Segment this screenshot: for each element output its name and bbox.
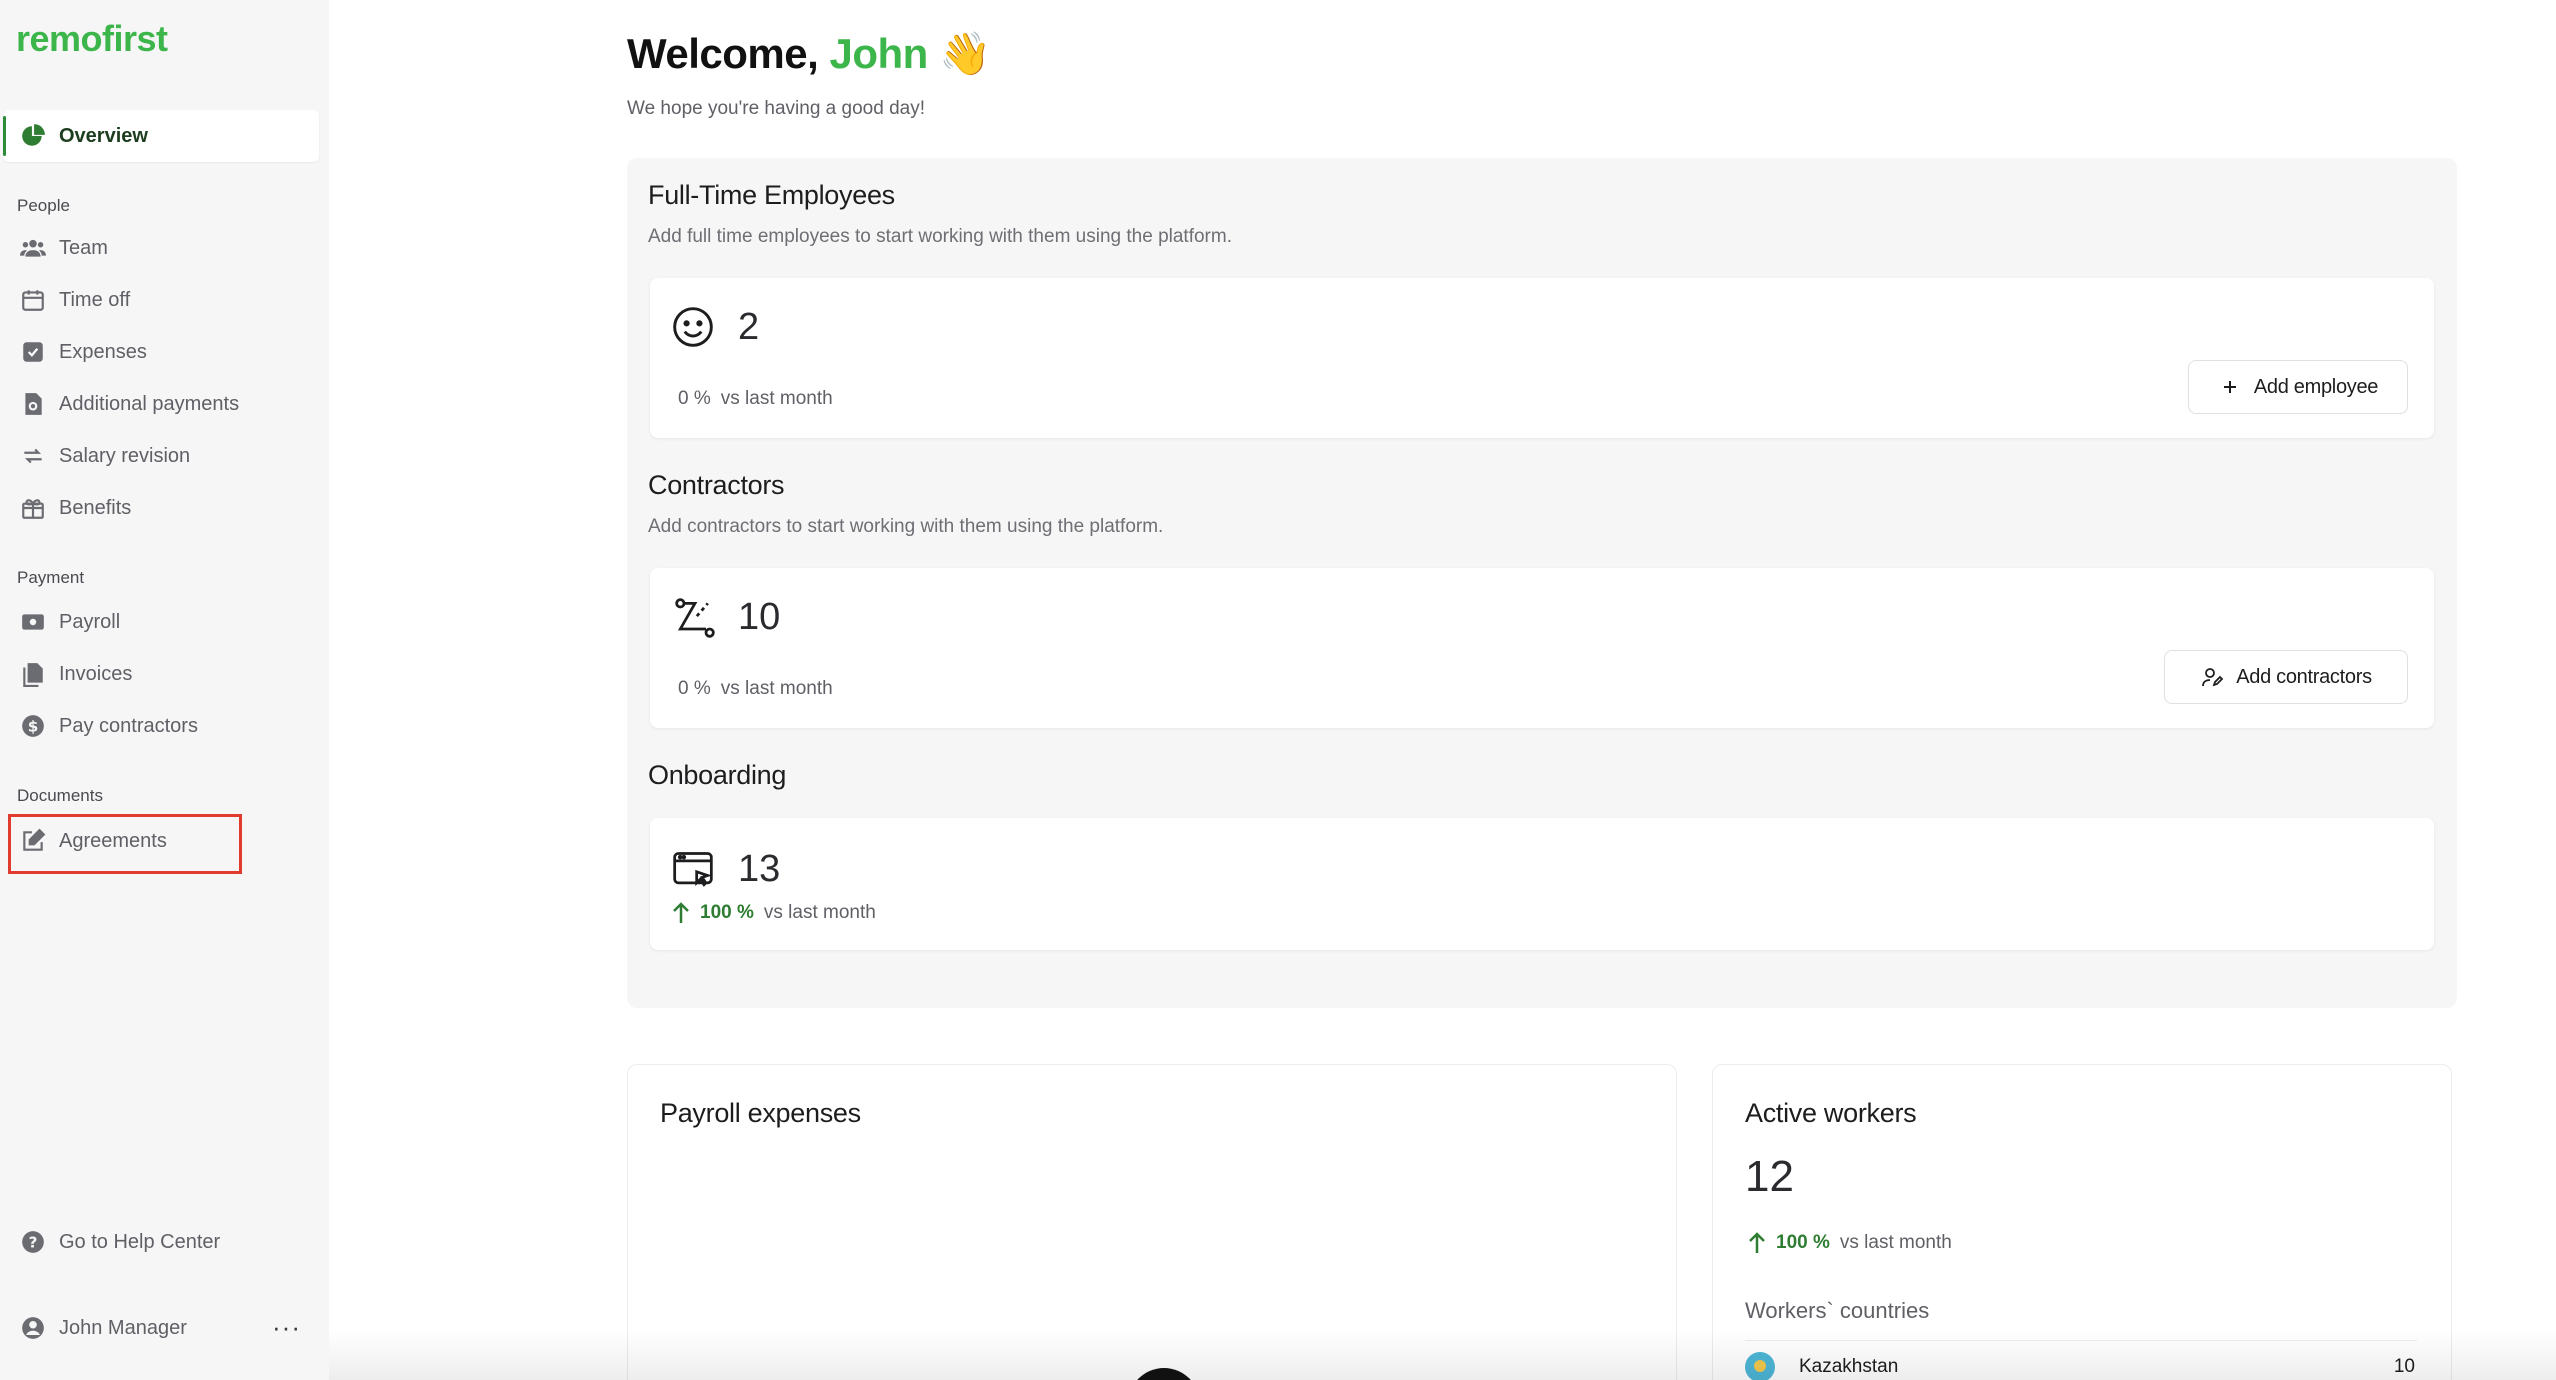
more-options-icon[interactable]: ··· (272, 1312, 301, 1343)
plus-icon (2223, 381, 2236, 393)
highlight-box (8, 814, 242, 874)
user-edit-icon (2202, 668, 2224, 687)
sidebar-item-salary-revision[interactable]: Salary revision (3, 430, 319, 482)
sidebar-item-benefits[interactable]: Benefits (3, 482, 319, 534)
sidebar-item-overview[interactable]: Overview (3, 110, 319, 162)
waving-hand-icon: 👋 (938, 30, 991, 77)
kazakhstan-flag-icon (1745, 1352, 1775, 1380)
country-name: Kazakhstan (1799, 1356, 1899, 1377)
sidebar-item-payroll[interactable]: Payroll (3, 596, 319, 648)
dollar-circle-icon: $ (17, 710, 49, 742)
smiley-icon (673, 307, 713, 347)
onboarding-delta: 100 % vs last month (672, 902, 876, 924)
document-money-icon (17, 388, 49, 420)
active-workers-title: Active workers (1745, 1098, 1917, 1128)
fulltime-delta: 0 % vs last month (678, 388, 833, 410)
user-first-name: John (829, 30, 928, 77)
button-label: Add employee (2253, 375, 2379, 398)
receipt-icon (17, 336, 49, 368)
payroll-expenses-title: Payroll expenses (660, 1098, 861, 1128)
sidebar-item-time-off[interactable]: Time off (3, 274, 319, 326)
route-icon (675, 598, 715, 638)
delta-label: vs last month (763, 902, 876, 923)
arrow-up-icon (673, 902, 689, 923)
sidebar-item-label: Expenses (59, 340, 147, 363)
sidebar-item-label: Pay contractors (59, 714, 198, 737)
help-circle-icon: ? (17, 1226, 49, 1258)
delta-percent: 0 % (678, 388, 711, 409)
invoice-icon (17, 658, 49, 690)
money-bill-icon (17, 606, 49, 638)
button-label: Add contractors (2236, 665, 2372, 688)
remofirst-logo[interactable]: remofirst (16, 18, 168, 60)
sidebar-item-label: Benefits (59, 496, 132, 519)
sidebar-item-expenses[interactable]: Expenses (3, 326, 319, 378)
onboarding-card (650, 818, 2434, 950)
sidebar-item-label: Time off (59, 288, 131, 311)
welcome-prefix: Welcome, (627, 30, 819, 77)
team-icon (17, 232, 49, 264)
sidebar-item-team[interactable]: Team (3, 222, 319, 274)
active-workers-delta: 100 % vs last month (1748, 1232, 1952, 1254)
arrow-up-icon (1749, 1232, 1765, 1253)
sidebar-item-invoices[interactable]: Invoices (3, 648, 319, 700)
calendar-icon (17, 284, 49, 316)
browser-cursor-icon (673, 852, 713, 887)
gift-icon (17, 492, 49, 524)
sidebar-item-help-center[interactable]: ? Go to Help Center (3, 1216, 319, 1268)
delta-percent: 100 % (700, 902, 754, 923)
add-employee-button[interactable]: Add employee (2188, 360, 2408, 414)
svg-text:?: ? (29, 1233, 38, 1251)
svg-text:$: $ (28, 717, 39, 735)
sidebar-item-label: Salary revision (59, 444, 191, 467)
delta-label: vs last month (720, 678, 833, 699)
country-count: 10 (2393, 1356, 2415, 1377)
fulltime-title: Full-Time Employees (648, 180, 895, 210)
sidebar-item-label: Payroll (59, 610, 121, 633)
add-contractors-button[interactable]: Add contractors (2164, 650, 2408, 704)
fulltime-card (650, 278, 2434, 438)
delta-percent: 0 % (678, 678, 711, 699)
avatar (17, 1312, 49, 1344)
delta-percent: 100 % (1776, 1232, 1830, 1253)
refresh-icon (17, 440, 49, 472)
page-title: Welcome, John 👋 (627, 30, 991, 79)
contractors-title: Contractors (648, 470, 785, 500)
divider (1745, 1340, 2417, 1341)
contractors-delta: 0 % vs last month (678, 678, 833, 700)
section-label-documents: Documents (17, 786, 103, 805)
sidebar: remofirst Overview People Team Time off … (0, 0, 329, 1380)
section-label-payment: Payment (17, 568, 85, 587)
sidebar-item-additional-payments[interactable]: Additional payments (3, 378, 319, 430)
sidebar-item-label: Team (59, 236, 108, 259)
contractors-description: Add contractors to start working with th… (648, 516, 1164, 537)
fulltime-description: Add full time employees to start working… (648, 226, 1232, 247)
sidebar-item-pay-contractors[interactable]: $ Pay contractors (3, 700, 319, 752)
page-subtitle: We hope you're having a good day! (627, 98, 925, 119)
sidebar-item-label: Overview (59, 124, 148, 147)
delta-label: vs last month (720, 388, 833, 409)
pie-chart-icon (17, 120, 49, 152)
contractors-card (650, 568, 2434, 728)
section-label-people: People (17, 196, 70, 215)
list-item: Kazakhstan 10 (1745, 1352, 2415, 1380)
onboarding-title: Onboarding (648, 760, 787, 790)
sidebar-item-label: Go to Help Center (59, 1230, 221, 1253)
delta-label: vs last month (1839, 1232, 1952, 1253)
user-name: John Manager (59, 1316, 187, 1339)
contractors-count: 10 (738, 596, 781, 638)
sidebar-item-label: Invoices (59, 662, 133, 685)
active-workers-count: 12 (1745, 1152, 1794, 1201)
sidebar-item-label: Additional payments (59, 392, 240, 415)
workers-countries-title: Workers` countries (1745, 1298, 1930, 1323)
fulltime-count: 2 (738, 306, 760, 348)
onboarding-count: 13 (738, 848, 781, 890)
